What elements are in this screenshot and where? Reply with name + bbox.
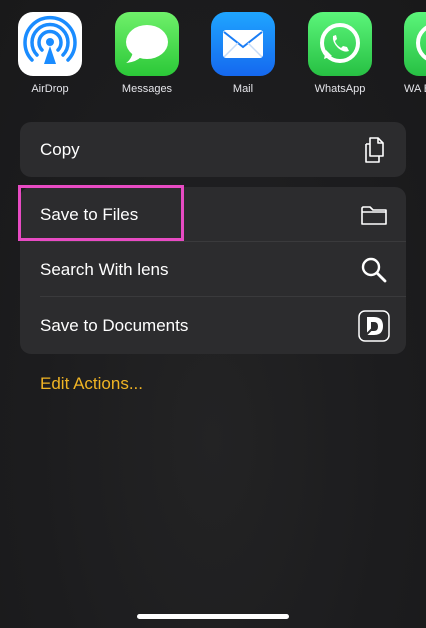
action-save-to-files[interactable]: Save to Files xyxy=(20,187,406,242)
airdrop-icon xyxy=(18,12,82,76)
folder-icon xyxy=(358,199,390,231)
app-label-whatsapp-business: WA B xyxy=(404,83,426,95)
action-copy-label: Copy xyxy=(40,139,80,159)
app-messages[interactable]: Messages xyxy=(107,12,187,102)
action-save-to-documents[interactable]: Save to Documents xyxy=(20,297,406,354)
mail-icon xyxy=(211,12,275,76)
app-label-whatsapp: WhatsApp xyxy=(314,83,366,95)
app-label-messages: Messages xyxy=(121,83,173,95)
app-whatsapp-business[interactable]: WA B xyxy=(396,12,426,102)
app-label-airdrop: AirDrop xyxy=(31,83,69,95)
copy-action-group: Copy xyxy=(20,122,406,177)
action-search-with-lens-label: Search With lens xyxy=(40,259,169,279)
app-whatsapp[interactable]: WhatsApp xyxy=(300,12,380,102)
action-copy[interactable]: Copy xyxy=(20,122,406,177)
share-sheet: AirDrop Messages Mail WhatsApp WA Copy S… xyxy=(0,0,426,628)
messages-icon xyxy=(115,12,179,76)
edit-actions-link[interactable]: Edit Actions... xyxy=(40,374,143,394)
app-mail[interactable]: Mail xyxy=(203,12,283,102)
file-action-group: Save to Files Search With lens Save to D… xyxy=(20,187,406,354)
documents-app-icon xyxy=(358,309,390,342)
search-icon xyxy=(358,254,390,286)
action-save-to-files-label: Save to Files xyxy=(40,204,139,224)
action-save-to-documents-label: Save to Documents xyxy=(40,315,189,335)
app-label-mail: Mail xyxy=(232,83,254,95)
whatsapp-icon xyxy=(308,12,372,76)
action-search-with-lens[interactable]: Search With lens xyxy=(20,242,406,297)
app-share-row[interactable]: AirDrop Messages Mail WhatsApp WA xyxy=(0,0,426,104)
whatsapp-business-icon xyxy=(404,12,426,76)
copy-icon xyxy=(358,134,390,166)
home-indicator[interactable] xyxy=(137,614,289,619)
app-airdrop[interactable]: AirDrop xyxy=(10,12,90,102)
